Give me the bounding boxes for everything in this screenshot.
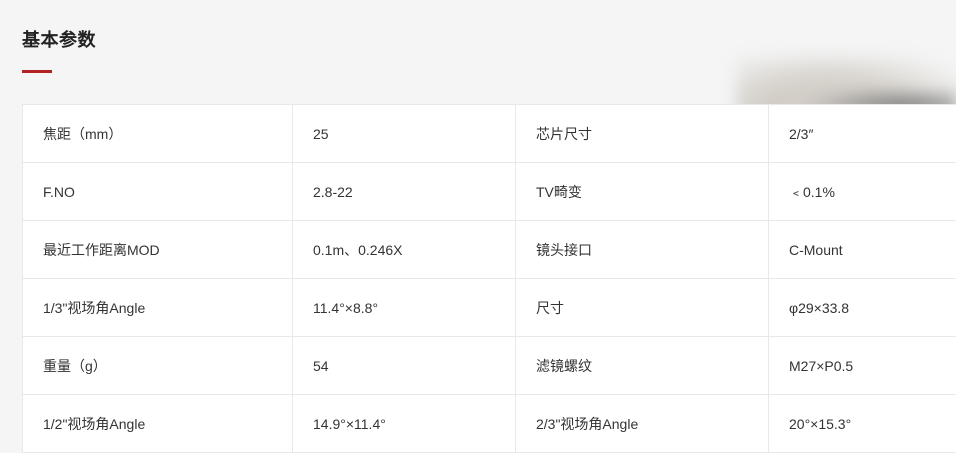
section-title-underline — [22, 70, 52, 73]
spec-value: M27×P0.5 — [768, 336, 956, 395]
spec-value: 0.1m、0.246X — [292, 220, 516, 279]
spec-label: 2/3"视场角Angle — [515, 394, 769, 453]
spec-value: 2/3″ — [768, 104, 956, 163]
spec-label: 尺寸 — [515, 278, 769, 337]
spec-value: 11.4°×8.8° — [292, 278, 516, 337]
spec-label: 镜头接口 — [515, 220, 769, 279]
spec-value: C-Mount — [768, 220, 956, 279]
spec-value: 14.9°×11.4° — [292, 394, 516, 453]
spec-label: TV畸变 — [515, 162, 769, 221]
spec-label: 重量（g） — [22, 336, 293, 395]
spec-label: F.NO — [22, 162, 293, 221]
table-row: 1/2"视场角Angle 14.9°×11.4° 2/3"视场角Angle 20… — [22, 394, 956, 453]
spec-value: 25 — [292, 104, 516, 163]
spec-label: 芯片尺寸 — [515, 104, 769, 163]
spec-label: 1/3"视场角Angle — [22, 278, 293, 337]
table-row: 焦距（mm） 25 芯片尺寸 2/3″ — [22, 104, 956, 163]
table-row: 1/3"视场角Angle 11.4°×8.8° 尺寸 φ29×33.8 — [22, 278, 956, 337]
section-title: 基本参数 — [22, 30, 96, 50]
spec-label: 最近工作距离MOD — [22, 220, 293, 279]
spec-value: ﹤0.1% — [768, 162, 956, 221]
table-row: 最近工作距离MOD 0.1m、0.246X 镜头接口 C-Mount — [22, 220, 956, 279]
spec-table: 焦距（mm） 25 芯片尺寸 2/3″ F.NO 2.8-22 TV畸变 ﹤0.… — [22, 104, 956, 453]
spec-label: 滤镜螺纹 — [515, 336, 769, 395]
table-row: F.NO 2.8-22 TV畸变 ﹤0.1% — [22, 162, 956, 221]
spec-value: 20°×15.3° — [768, 394, 956, 453]
spec-label: 焦距（mm） — [22, 104, 293, 163]
spec-value: 54 — [292, 336, 516, 395]
table-row: 重量（g） 54 滤镜螺纹 M27×P0.5 — [22, 336, 956, 395]
spec-label: 1/2"视场角Angle — [22, 394, 293, 453]
spec-value: 2.8-22 — [292, 162, 516, 221]
spec-value: φ29×33.8 — [768, 278, 956, 337]
